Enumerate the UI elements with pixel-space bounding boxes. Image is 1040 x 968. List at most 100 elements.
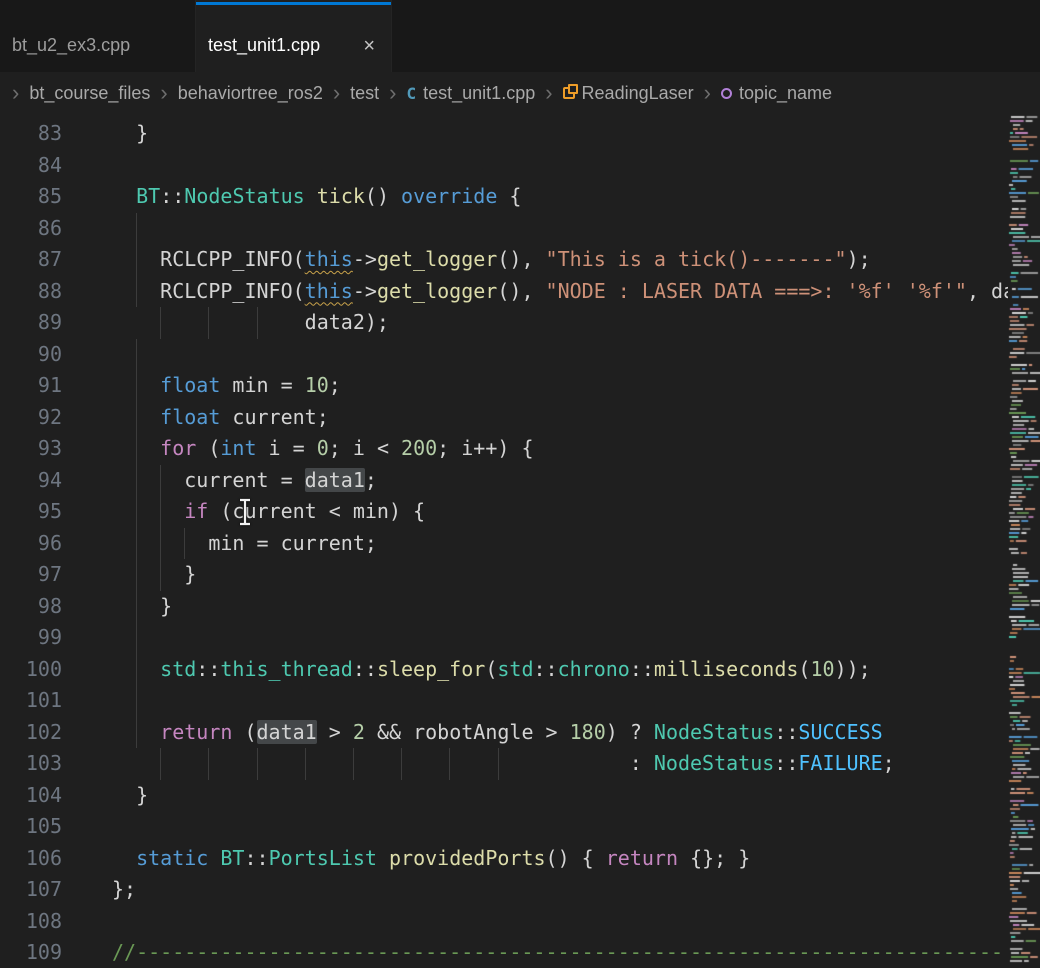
- minimap[interactable]: [1008, 114, 1040, 968]
- code-text: return (data1 > 2 && robotAngle > 180) ?…: [62, 717, 1008, 749]
- indent-guide: [498, 748, 499, 780]
- code-area[interactable]: 83 }8485 BT::NodeStatus tick() override …: [0, 114, 1008, 968]
- indent-guide: [136, 717, 137, 749]
- code-text: };: [62, 874, 1008, 906]
- code-text: }: [62, 118, 1008, 150]
- breadcrumb-bar: › bt_course_files › behaviortree_ros2 › …: [0, 72, 1040, 114]
- code-line[interactable]: 84: [0, 150, 1008, 182]
- indent-guide: [136, 276, 137, 308]
- code-line[interactable]: 104 }: [0, 780, 1008, 812]
- code-line[interactable]: 90: [0, 339, 1008, 371]
- code-line[interactable]: 93 for (int i = 0; i < 200; i++) {: [0, 433, 1008, 465]
- indent-guide: [160, 465, 161, 497]
- code-line[interactable]: 86: [0, 213, 1008, 245]
- tab-test_unit1[interactable]: test_unit1.cpp ×: [196, 0, 392, 72]
- code-text: }: [62, 591, 1008, 623]
- code-text: if (current < min) {: [62, 496, 1008, 528]
- code-line[interactable]: 87 RCLCPP_INFO(this->get_logger(), "This…: [0, 244, 1008, 276]
- code-line[interactable]: 94 current = data1;: [0, 465, 1008, 497]
- code-line[interactable]: 85 BT::NodeStatus tick() override {: [0, 181, 1008, 213]
- indent-guide: [136, 339, 137, 371]
- line-number: 108: [0, 906, 62, 938]
- breadcrumb-item-topic_name[interactable]: topic_name: [721, 83, 832, 104]
- code-line[interactable]: 91 float min = 10;: [0, 370, 1008, 402]
- indent-guide: [136, 496, 137, 528]
- code-line[interactable]: 99: [0, 622, 1008, 654]
- line-number: 107: [0, 874, 62, 906]
- line-number: 104: [0, 780, 62, 812]
- breadcrumb-item-test[interactable]: test: [350, 83, 379, 104]
- line-number: 95: [0, 496, 62, 528]
- code-line[interactable]: 109//-----------------------------------…: [0, 937, 1008, 968]
- code-line[interactable]: 97 }: [0, 559, 1008, 591]
- code-line[interactable]: 101: [0, 685, 1008, 717]
- code-text: min = current;: [62, 528, 1008, 560]
- indent-guide: [136, 213, 137, 245]
- code-line[interactable]: 83 }: [0, 118, 1008, 150]
- tab-bt_u2_ex3[interactable]: bt_u2_ex3.cpp: [0, 0, 196, 72]
- chevron-icon: ›: [333, 82, 340, 104]
- breadcrumb-label: test: [350, 83, 379, 104]
- code-line[interactable]: 108: [0, 906, 1008, 938]
- editor[interactable]: 83 }8485 BT::NodeStatus tick() override …: [0, 114, 1040, 968]
- code-line[interactable]: 107};: [0, 874, 1008, 906]
- indent-guide: [136, 402, 137, 434]
- breadcrumb-label: behaviortree_ros2: [178, 83, 323, 104]
- chevron-icon: ›: [160, 82, 167, 104]
- code-text: current = data1;: [62, 465, 1008, 497]
- line-number: 83: [0, 118, 62, 150]
- line-number: 100: [0, 654, 62, 686]
- code-text: data2);: [62, 307, 1008, 339]
- line-number: 105: [0, 811, 62, 843]
- code-line[interactable]: 95 if (current < min) {: [0, 496, 1008, 528]
- code-text: }: [62, 780, 1008, 812]
- line-number: 85: [0, 181, 62, 213]
- indent-guide: [160, 528, 161, 560]
- line-number: 94: [0, 465, 62, 497]
- chevron-icon: ›: [12, 82, 19, 104]
- code-line[interactable]: 96 min = current;: [0, 528, 1008, 560]
- close-icon[interactable]: ×: [363, 36, 375, 56]
- breadcrumb-label: ReadingLaser: [582, 83, 694, 104]
- breadcrumb-item-behaviortree_ros2[interactable]: behaviortree_ros2: [178, 83, 323, 104]
- line-number: 92: [0, 402, 62, 434]
- code-text: for (int i = 0; i < 200; i++) {: [62, 433, 1008, 465]
- field-symbol-icon: [721, 88, 732, 99]
- chevron-icon: ›: [389, 82, 396, 104]
- indent-guide: [353, 748, 354, 780]
- code-line[interactable]: 89 data2);: [0, 307, 1008, 339]
- breadcrumb-item-bt_course_files[interactable]: bt_course_files: [29, 83, 150, 104]
- indent-guide: [136, 622, 137, 654]
- code-line[interactable]: 98 }: [0, 591, 1008, 623]
- line-number: 103: [0, 748, 62, 780]
- code-line[interactable]: 105: [0, 811, 1008, 843]
- line-number: 91: [0, 370, 62, 402]
- indent-guide: [136, 528, 137, 560]
- code-line[interactable]: 103 : NodeStatus::FAILURE;: [0, 748, 1008, 780]
- line-number: 93: [0, 433, 62, 465]
- breadcrumb-label: topic_name: [739, 83, 832, 104]
- tab-label: test_unit1.cpp: [208, 35, 320, 56]
- indent-guide: [136, 654, 137, 686]
- indent-guide: [160, 748, 161, 780]
- code-text: }: [62, 559, 1008, 591]
- indent-guide: [136, 244, 137, 276]
- code-line[interactable]: 102 return (data1 > 2 && robotAngle > 18…: [0, 717, 1008, 749]
- indent-guide: [136, 465, 137, 497]
- code-text: [62, 906, 1008, 938]
- breadcrumb-item-readinglaser[interactable]: ReadingLaser: [563, 83, 694, 104]
- code-line[interactable]: 100 std::this_thread::sleep_for(std::chr…: [0, 654, 1008, 686]
- breadcrumb-item-test_unit1[interactable]: C test_unit1.cpp: [407, 83, 536, 104]
- code-text: [62, 213, 1008, 245]
- line-number: 106: [0, 843, 62, 875]
- code-text: [62, 622, 1008, 654]
- indent-guide: [208, 748, 209, 780]
- code-line[interactable]: 106 static BT::PortsList providedPorts()…: [0, 843, 1008, 875]
- code-text: std::this_thread::sleep_for(std::chrono:…: [62, 654, 1008, 686]
- line-number: 101: [0, 685, 62, 717]
- indent-guide: [136, 559, 137, 591]
- code-line[interactable]: 92 float current;: [0, 402, 1008, 434]
- code-line[interactable]: 88 RCLCPP_INFO(this->get_logger(), "NODE…: [0, 276, 1008, 308]
- code-text: [62, 685, 1008, 717]
- code-text: [62, 339, 1008, 371]
